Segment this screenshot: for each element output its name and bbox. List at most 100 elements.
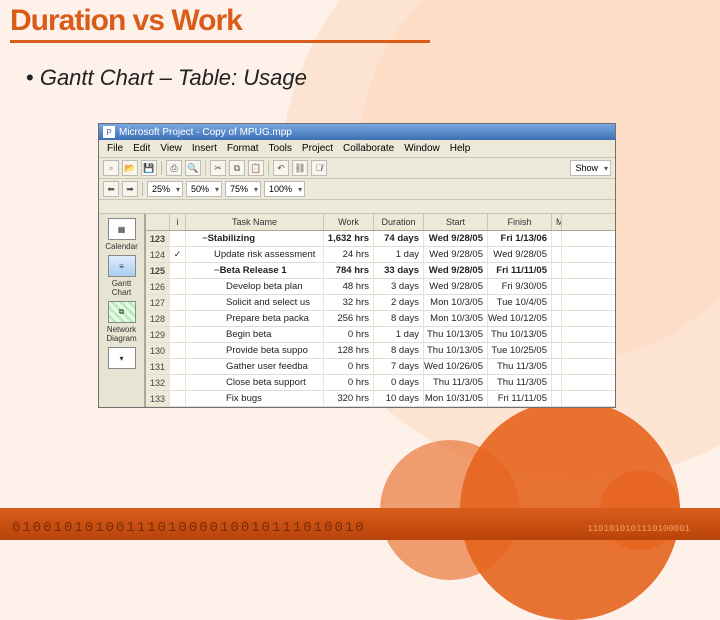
- task-name-cell[interactable]: Provide beta suppo: [186, 343, 324, 358]
- start-cell[interactable]: Wed 9/28/05: [424, 231, 488, 246]
- task-name-cell[interactable]: Begin beta: [186, 327, 324, 342]
- menu-view[interactable]: View: [156, 142, 186, 155]
- titlebar[interactable]: P Microsoft Project - Copy of MPUG.mpp: [99, 124, 615, 140]
- start-cell[interactable]: Thu 10/13/05: [424, 343, 488, 358]
- task-name-cell[interactable]: Solicit and select us: [186, 295, 324, 310]
- start-cell[interactable]: Wed 10/26/05: [424, 359, 488, 374]
- undo-icon[interactable]: ↶: [273, 160, 289, 176]
- paste-icon[interactable]: 📋: [248, 160, 264, 176]
- preview-icon[interactable]: 🔍: [185, 160, 201, 176]
- work-cell[interactable]: 32 hrs: [324, 295, 374, 310]
- duration-cell[interactable]: 10 days: [374, 391, 424, 406]
- menu-edit[interactable]: Edit: [129, 142, 154, 155]
- sidebar-item-calendar[interactable]: ▦ Calendar: [103, 218, 141, 251]
- open-icon[interactable]: 📂: [122, 160, 138, 176]
- row-num[interactable]: 132: [146, 375, 170, 390]
- work-cell[interactable]: 0 hrs: [324, 327, 374, 342]
- work-cell[interactable]: 784 hrs: [324, 263, 374, 278]
- zoom-25[interactable]: 25%: [147, 181, 183, 197]
- work-cell[interactable]: 320 hrs: [324, 391, 374, 406]
- sidebar-item-network[interactable]: ⧉ Network Diagram: [103, 301, 141, 343]
- table-row[interactable]: 123Stabilizing1,632 hrs74 daysWed 9/28/0…: [146, 231, 615, 247]
- duration-cell[interactable]: 74 days: [374, 231, 424, 246]
- table-row[interactable]: 125 Beta Release 1784 hrs33 daysWed 9/28/…: [146, 263, 615, 279]
- menu-help[interactable]: Help: [446, 142, 475, 155]
- menu-window[interactable]: Window: [400, 142, 444, 155]
- col-finish[interactable]: Finish: [488, 214, 552, 230]
- unlink-icon[interactable]: ⛓̸: [311, 160, 327, 176]
- task-name-cell[interactable]: Stabilizing: [186, 231, 324, 246]
- zoom-50[interactable]: 50%: [186, 181, 222, 197]
- duration-cell[interactable]: 8 days: [374, 311, 424, 326]
- menu-file[interactable]: File: [103, 142, 127, 155]
- link-icon[interactable]: ⛓: [292, 160, 308, 176]
- table-row[interactable]: 132Close beta support0 hrs0 daysThu 11/3…: [146, 375, 615, 391]
- work-cell[interactable]: 24 hrs: [324, 247, 374, 262]
- row-num[interactable]: 125: [146, 263, 170, 278]
- col-taskname[interactable]: Task Name: [186, 214, 324, 230]
- work-cell[interactable]: 0 hrs: [324, 375, 374, 390]
- start-cell[interactable]: Wed 9/28/05: [424, 279, 488, 294]
- task-name-cell[interactable]: Fix bugs: [186, 391, 324, 406]
- work-cell[interactable]: 128 hrs: [324, 343, 374, 358]
- duration-cell[interactable]: 33 days: [374, 263, 424, 278]
- duration-cell[interactable]: 3 days: [374, 279, 424, 294]
- duration-cell[interactable]: 2 days: [374, 295, 424, 310]
- duration-cell[interactable]: 0 days: [374, 375, 424, 390]
- copy-icon[interactable]: ⧉: [229, 160, 245, 176]
- work-cell[interactable]: 1,632 hrs: [324, 231, 374, 246]
- finish-cell[interactable]: Fri 9/30/05: [488, 279, 552, 294]
- menu-tools[interactable]: Tools: [265, 142, 296, 155]
- menu-format[interactable]: Format: [223, 142, 263, 155]
- table-row[interactable]: 130Provide beta suppo128 hrs8 daysThu 10…: [146, 343, 615, 359]
- row-num[interactable]: 133: [146, 391, 170, 406]
- row-num[interactable]: 129: [146, 327, 170, 342]
- duration-cell[interactable]: 7 days: [374, 359, 424, 374]
- col-indicator[interactable]: i: [170, 214, 186, 230]
- start-cell[interactable]: Thu 11/3/05: [424, 375, 488, 390]
- table-row[interactable]: 131Gather user feedba0 hrs7 daysWed 10/2…: [146, 359, 615, 375]
- start-cell[interactable]: Wed 9/28/05: [424, 263, 488, 278]
- finish-cell[interactable]: Wed 9/28/05: [488, 247, 552, 262]
- duration-cell[interactable]: 1 day: [374, 327, 424, 342]
- zoom-100[interactable]: 100%: [264, 181, 305, 197]
- row-num[interactable]: 130: [146, 343, 170, 358]
- table-row[interactable]: 124✓Update risk assessment24 hrs1 dayWed…: [146, 247, 615, 263]
- row-num[interactable]: 128: [146, 311, 170, 326]
- menu-project[interactable]: Project: [298, 142, 337, 155]
- finish-cell[interactable]: Wed 10/12/05: [488, 311, 552, 326]
- start-cell[interactable]: Mon 10/3/05: [424, 295, 488, 310]
- save-icon[interactable]: 💾: [141, 160, 157, 176]
- table-row[interactable]: 126Develop beta plan48 hrs3 daysWed 9/28…: [146, 279, 615, 295]
- finish-cell[interactable]: Fri 11/11/05: [488, 263, 552, 278]
- start-cell[interactable]: Wed 9/28/05: [424, 247, 488, 262]
- start-cell[interactable]: Mon 10/31/05: [424, 391, 488, 406]
- print-icon[interactable]: ⎙: [166, 160, 182, 176]
- task-name-cell[interactable]: Beta Release 1: [186, 263, 324, 278]
- col-m[interactable]: M: [552, 214, 562, 230]
- sidebar-item-gantt[interactable]: ≡ Gantt Chart: [103, 255, 141, 297]
- table-row[interactable]: 128Prepare beta packa256 hrs8 daysMon 10…: [146, 311, 615, 327]
- task-name-cell[interactable]: Close beta support: [186, 375, 324, 390]
- col-start[interactable]: Start: [424, 214, 488, 230]
- finish-cell[interactable]: Thu 11/3/05: [488, 375, 552, 390]
- task-name-cell[interactable]: Prepare beta packa: [186, 311, 324, 326]
- duration-cell[interactable]: 1 day: [374, 247, 424, 262]
- col-duration[interactable]: Duration: [374, 214, 424, 230]
- start-cell[interactable]: Thu 10/13/05: [424, 327, 488, 342]
- sidebar-item-more[interactable]: ▾: [103, 347, 141, 371]
- show-combo[interactable]: Show: [570, 160, 611, 176]
- col-work[interactable]: Work: [324, 214, 374, 230]
- finish-cell[interactable]: Thu 10/13/05: [488, 327, 552, 342]
- row-num[interactable]: 126: [146, 279, 170, 294]
- start-cell[interactable]: Mon 10/3/05: [424, 311, 488, 326]
- finish-cell[interactable]: Fri 11/11/05: [488, 391, 552, 406]
- row-num[interactable]: 127: [146, 295, 170, 310]
- indent-icon[interactable]: ➡: [122, 181, 138, 197]
- finish-cell[interactable]: Fri 1/13/06: [488, 231, 552, 246]
- new-icon[interactable]: ▫: [103, 160, 119, 176]
- cut-icon[interactable]: ✂: [210, 160, 226, 176]
- row-num[interactable]: 131: [146, 359, 170, 374]
- finish-cell[interactable]: Tue 10/4/05: [488, 295, 552, 310]
- table-row[interactable]: 129Begin beta0 hrs1 dayThu 10/13/05Thu 1…: [146, 327, 615, 343]
